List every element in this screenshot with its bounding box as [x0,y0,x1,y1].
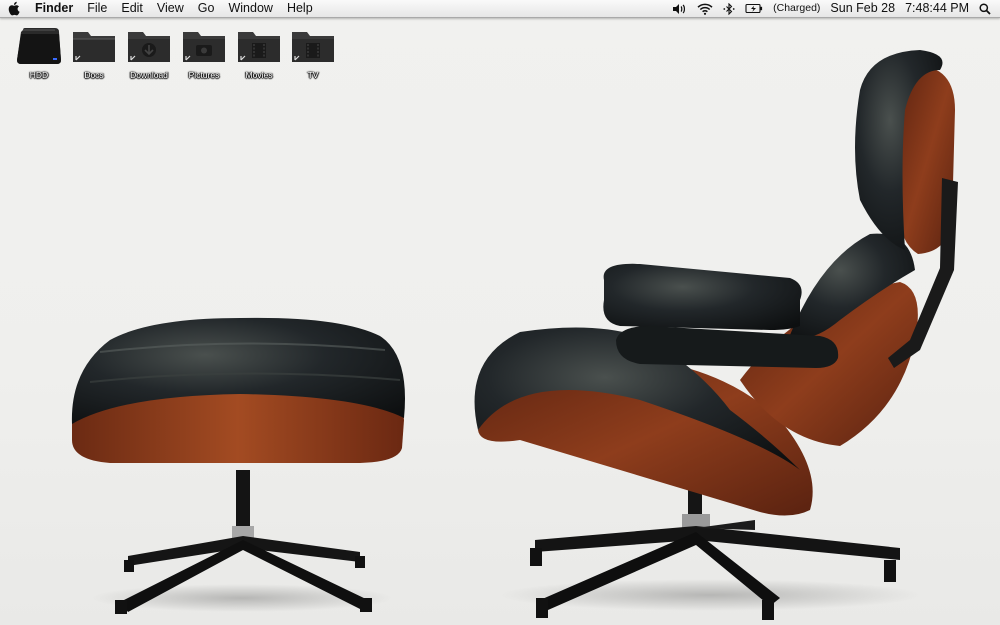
menu-edit[interactable]: Edit [114,0,150,17]
spotlight-icon[interactable] [979,2,991,15]
menu-go[interactable]: Go [191,0,222,17]
battery-status-text[interactable]: (Charged) [773,0,820,17]
bluetooth-icon[interactable] [723,2,735,15]
desktop-icon-hdd[interactable]: HDD [12,26,66,88]
tv-folder-icon [289,26,337,66]
ottoman [71,317,406,614]
desktop-icon-docs[interactable]: Docs [67,26,121,88]
desktop-icon-tv[interactable]: TV [286,26,340,88]
clock-time[interactable]: 7:48:44 PM [905,0,969,17]
desktop-icon-label: Movies [245,70,273,80]
lounge-chair [474,50,958,620]
wifi-icon[interactable] [697,3,713,15]
desktop-icon-pictures[interactable]: Pictures [177,26,231,88]
battery-icon[interactable] [745,3,763,14]
desktop-icon-label: Pictures [188,70,220,80]
movies-folder-icon [235,26,283,66]
folder-icon [70,26,118,66]
desktop-icon-label: Download [130,70,168,80]
downloads-folder-icon [125,26,173,66]
menu-window[interactable]: Window [221,0,279,17]
pictures-folder-icon [180,26,228,66]
menu-app-name[interactable]: Finder [28,0,80,17]
desktop-icon-label: TV [307,70,319,80]
menu-file[interactable]: File [80,0,114,17]
desktop-icon-label: Docs [84,70,104,80]
desktop-icon-label: HDD [29,70,49,80]
desktop-wallpaper [71,50,958,620]
menu-bar: Finder File Edit View Go Window Help (Ch… [0,0,1000,18]
desktop-icon-download[interactable]: Download [122,26,176,88]
menu-view[interactable]: View [150,0,191,17]
menu-help[interactable]: Help [280,0,320,17]
volume-icon[interactable] [672,3,687,15]
apple-icon[interactable] [0,0,28,17]
clock-date[interactable]: Sun Feb 28 [830,0,895,17]
desktop-icon-movies[interactable]: Movies [232,26,286,88]
hard-drive-icon [15,26,63,66]
